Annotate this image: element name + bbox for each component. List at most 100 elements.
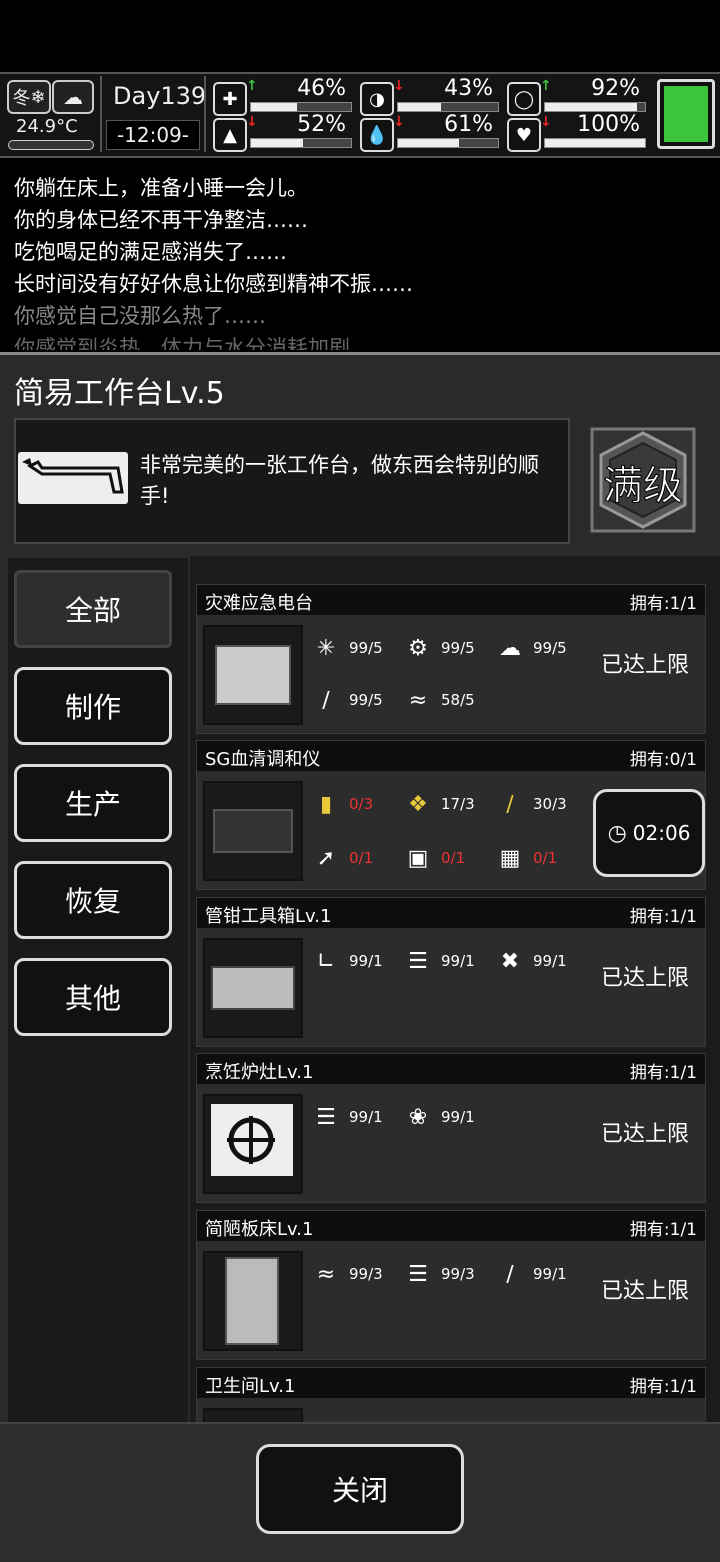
craft-timer-button[interactable]: ◷ 02:06: [593, 789, 705, 877]
bathroom-image: [203, 1408, 303, 1422]
health-bar: [250, 102, 352, 112]
status-bar: 冬 ❄ ☁ 24.9°C Day139 -12:09- ✚ ↑ 46% ◑ ↓ 4…: [0, 72, 720, 158]
material: ≈58/5: [399, 683, 475, 717]
recipe-name: 简陋板床Lv.1: [205, 1219, 314, 1240]
message-log: 你躺在床上，准备小睡一会儿。 你的身体已经不再干净整洁…… 吃饱喝足的满足感消失…: [0, 160, 720, 350]
nails-icon: ∕: [506, 1261, 514, 1287]
tab-all[interactable]: 全部: [14, 570, 172, 648]
card-header: 卫生间Lv.1 拥有:1/1: [197, 1368, 705, 1398]
recipe-card[interactable]: 管钳工具箱Lv.1 拥有:1/1 ∟ 99/1 ☰ 99/1 ✖ 99/1 已达上限: [196, 897, 706, 1047]
fur-icon: ❀: [408, 1104, 428, 1130]
season-label: 冬: [12, 88, 31, 109]
divider: [100, 76, 102, 152]
cloth-icon: ≈: [408, 687, 428, 713]
tab-label: 恢复: [64, 885, 121, 918]
clock-icon: ◷: [607, 820, 627, 846]
twigs-icon: ∕: [322, 687, 330, 713]
owned-count: 拥有:1/1: [629, 1063, 697, 1083]
material-qty: 99/5: [349, 639, 383, 657]
material-qty: 99/5: [441, 639, 475, 657]
hunger-bar: [397, 102, 499, 112]
gears-icon: ⚙: [408, 635, 428, 661]
toilet-bar: [544, 102, 646, 112]
log-line: 吃饱喝足的满足感消失了……: [14, 240, 287, 264]
recipe-card[interactable]: 灾难应急电台 拥有:1/1 ✳ 99/5 ⚙ 99/5 ☁ 99/5 ∕ 99/5 ≈5…: [196, 584, 706, 734]
material-qty: 99/1: [441, 952, 475, 970]
material-qty: 58/5: [441, 691, 475, 709]
material-qty: 99/3: [441, 1265, 475, 1283]
mood-bar: [544, 138, 646, 148]
material-qty: 99/1: [349, 952, 383, 970]
radio-image: [203, 625, 303, 725]
tab-production[interactable]: 生产: [14, 764, 172, 842]
recipe-card[interactable]: 简陋板床Lv.1 拥有:1/1 ≈99/3 ☰ 99/3 ∕ 99/1 已达上限: [196, 1210, 706, 1360]
material: ∕ 30/3: [491, 787, 567, 821]
hunger-value: 43%: [444, 76, 493, 101]
material: ✖ 99/1: [491, 944, 567, 978]
recipe-list[interactable]: 灾难应急电台 拥有:1/1 ✳ 99/5 ⚙ 99/5 ☁ 99/5 ∕ 99/5 ≈5…: [190, 556, 720, 1422]
recipe-name: 灾难应急电台: [205, 593, 313, 614]
material: ➚ 0/1: [307, 841, 373, 875]
stamina-value: 52%: [297, 112, 346, 137]
recipe-name: SG血清调和仪: [205, 749, 321, 770]
log-line: 你的身体已经不再干净整洁……: [14, 208, 308, 232]
max-level-label: 满级: [603, 463, 684, 510]
card-header: 灾难应急电台 拥有:1/1: [197, 585, 705, 615]
tab-label: 其他: [64, 982, 121, 1015]
tab-other[interactable]: 其他: [14, 958, 172, 1036]
close-button[interactable]: 关闭: [256, 1444, 464, 1534]
material-qty: 99/5: [533, 639, 567, 657]
time-label: -12:09-: [106, 120, 200, 150]
material: ∟ 99/1: [307, 944, 383, 978]
thirst-value: 61%: [444, 112, 493, 137]
material: ▣ 0/1: [399, 841, 466, 875]
tab-recovery[interactable]: 恢复: [14, 861, 172, 939]
workbench-title: 简易工作台Lv.5: [14, 376, 225, 411]
cotton-icon: ☁: [499, 635, 521, 661]
material-qty: 0/3: [349, 795, 374, 813]
max-reached-label: 已达上限: [601, 1279, 690, 1304]
recipe-card[interactable]: 卫生间Lv.1 拥有:1/1: [196, 1367, 706, 1422]
day-label: Day139: [113, 82, 207, 110]
material: ☰ 99/1: [399, 944, 475, 978]
cloud-icon: ☁: [52, 80, 94, 114]
material: ∕ 99/5: [307, 683, 382, 717]
material: ❖ 17/3: [399, 787, 475, 821]
material: ▮ 0/3: [307, 787, 373, 821]
recipe-card[interactable]: 烹饪炉灶Lv.1 拥有:1/1 ☰ 99/1 ❀ 99/1 已达上限: [196, 1053, 706, 1203]
recipe-card[interactable]: SG血清调和仪 拥有:0/1 ▮ 0/3 ❖ 17/3 ∕ 30/3 ➚ 0/1 ▣ 0/…: [196, 740, 706, 890]
divider: [204, 76, 206, 152]
card-header: SG血清调和仪 拥有:0/1: [197, 741, 705, 771]
owned-count: 拥有:1/1: [629, 1220, 697, 1240]
material-qty: 30/3: [533, 795, 567, 813]
bed-image: [203, 1251, 303, 1351]
health-value: 46%: [297, 76, 346, 101]
battery-icon[interactable]: [657, 79, 715, 149]
material: ▦ 0/1: [491, 841, 558, 875]
water-drop-icon: 💧: [360, 118, 394, 152]
tape-icon: ✖: [500, 948, 520, 974]
material-qty: 99/1: [533, 1265, 567, 1283]
owned-count: 拥有:1/1: [629, 594, 697, 614]
material: ∕ 99/1: [491, 1257, 567, 1291]
material: ☰ 99/1: [307, 1100, 383, 1134]
tab-crafting[interactable]: 制作: [14, 667, 172, 745]
thirst-bar: [397, 138, 499, 148]
logs-icon: ☰: [408, 948, 428, 974]
recipe-name: 烹饪炉灶Lv.1: [205, 1062, 314, 1083]
syringe-icon: ➚: [316, 845, 336, 871]
material: ☁ 99/5: [491, 631, 567, 665]
card-header: 烹饪炉灶Lv.1 拥有:1/1: [197, 1054, 705, 1084]
material-qty: 99/1: [441, 1108, 475, 1126]
tab-label: 全部: [64, 594, 121, 627]
log-line: 你感觉自己没那么热了……: [14, 304, 266, 328]
temperature-label: 24.9°C: [16, 116, 78, 137]
owned-count: 拥有:1/1: [629, 1377, 697, 1397]
circuit-board-icon: ▦: [499, 845, 521, 871]
hacksaw-icon: [18, 452, 128, 504]
material-qty: 0/1: [349, 849, 374, 867]
material-qty: 0/1: [533, 849, 558, 867]
owned-count: 拥有:0/1: [629, 750, 697, 770]
material-qty: 99/3: [349, 1265, 383, 1283]
timer-value: 02:06: [632, 821, 691, 845]
